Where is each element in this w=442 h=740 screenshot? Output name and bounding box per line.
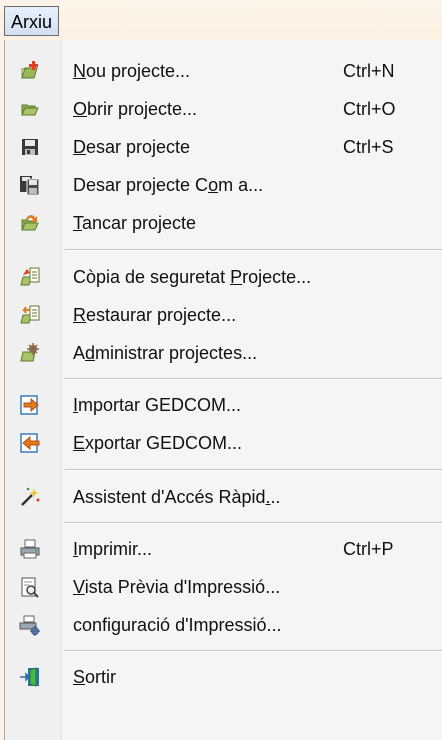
menu-item-label: Desar projecte Com a...: [73, 174, 264, 195]
menu-separator: [65, 469, 442, 471]
magic-wand-icon: [19, 486, 41, 508]
export-icon: [19, 432, 41, 454]
menu-item-label: Sortir: [73, 666, 117, 687]
open-folder-icon: [19, 98, 41, 120]
printer-icon: [19, 538, 41, 560]
menu-item-label: Nou projecte...: [73, 60, 191, 81]
menu-item-new-project[interactable]: Nou projecte... Ctrl+N: [5, 52, 442, 90]
menu-item-backup-project[interactable]: Còpia de seguretat Projecte...: [5, 258, 442, 296]
menu-item-save-project-as[interactable]: Desar projecte Com a...: [5, 166, 442, 204]
backup-icon: [19, 266, 41, 288]
menu-item-restore-project[interactable]: Restaurar projecte...: [5, 296, 442, 334]
menu-separator: [65, 650, 442, 652]
menu-item-label: Imprimir...: [73, 538, 153, 559]
menu-item-label: Exportar GEDCOM...: [73, 432, 243, 453]
menu-arxiu[interactable]: Arxiu: [4, 6, 60, 36]
menu-item-label: Restaurar projecte...: [73, 304, 237, 325]
menu-bar: Arxiu: [0, 0, 442, 40]
menu-item-print-setup[interactable]: configuració d'Impressió...: [5, 606, 442, 644]
exit-door-icon: [19, 666, 41, 688]
save-as-icon: [19, 174, 41, 196]
import-icon: [19, 394, 41, 416]
menu-item-open-project[interactable]: Obrir projecte... Ctrl+O: [5, 90, 442, 128]
menu-separator: [65, 249, 442, 251]
menu-item-label: configuració d'Impressió...: [73, 614, 282, 635]
menu-item-quick-access-wizard[interactable]: Assistent d'Accés Ràpid...: [5, 478, 442, 516]
menu-item-exit[interactable]: Sortir: [5, 658, 442, 696]
shortcut-label: Ctrl+S: [343, 136, 394, 157]
menu-item-close-project[interactable]: Tancar projecte: [5, 204, 442, 242]
shortcut-label: Ctrl+N: [343, 60, 395, 81]
menu-item-print-preview[interactable]: Vista Prèvia d'Impressió...: [5, 568, 442, 606]
print-setup-icon: [19, 614, 41, 636]
shortcut-label: Ctrl+P: [343, 538, 394, 559]
close-project-icon: [19, 212, 41, 234]
application-window: Arxiu Nou projecte... Ctrl+N Obrir proje…: [0, 0, 442, 740]
menu-item-label: Tancar projecte: [73, 212, 197, 233]
menu-item-label: Desar projecte: [73, 136, 191, 157]
arxiu-dropdown-menu: Nou projecte... Ctrl+N Obrir projecte...…: [4, 40, 442, 740]
menu-item-label: Còpia de seguretat Projecte...: [73, 266, 312, 287]
print-preview-icon: [19, 576, 41, 598]
new-project-icon: [19, 60, 41, 82]
menu-separator: [65, 378, 442, 380]
manage-projects-icon: [19, 342, 41, 364]
menu-item-label: Importar GEDCOM...: [73, 394, 242, 415]
menu-item-label: Administrar projectes...: [73, 342, 258, 363]
shortcut-label: Ctrl+O: [343, 98, 396, 119]
menu-item-manage-projects[interactable]: Administrar projectes...: [5, 334, 442, 372]
menu-item-label: Assistent d'Accés Ràpid...: [73, 486, 281, 507]
menu-item-save-project[interactable]: Desar projecte Ctrl+S: [5, 128, 442, 166]
menu-item-import-gedcom[interactable]: Importar GEDCOM...: [5, 386, 442, 424]
menu-separator: [65, 522, 442, 524]
restore-icon: [19, 304, 41, 326]
menu-item-label: Vista Prèvia d'Impressió...: [73, 576, 281, 597]
menu-item-print[interactable]: Imprimir... Ctrl+P: [5, 530, 442, 568]
menu-item-export-gedcom[interactable]: Exportar GEDCOM...: [5, 424, 442, 462]
menu-item-label: Obrir projecte...: [73, 98, 198, 119]
floppy-disk-icon: [19, 136, 41, 158]
